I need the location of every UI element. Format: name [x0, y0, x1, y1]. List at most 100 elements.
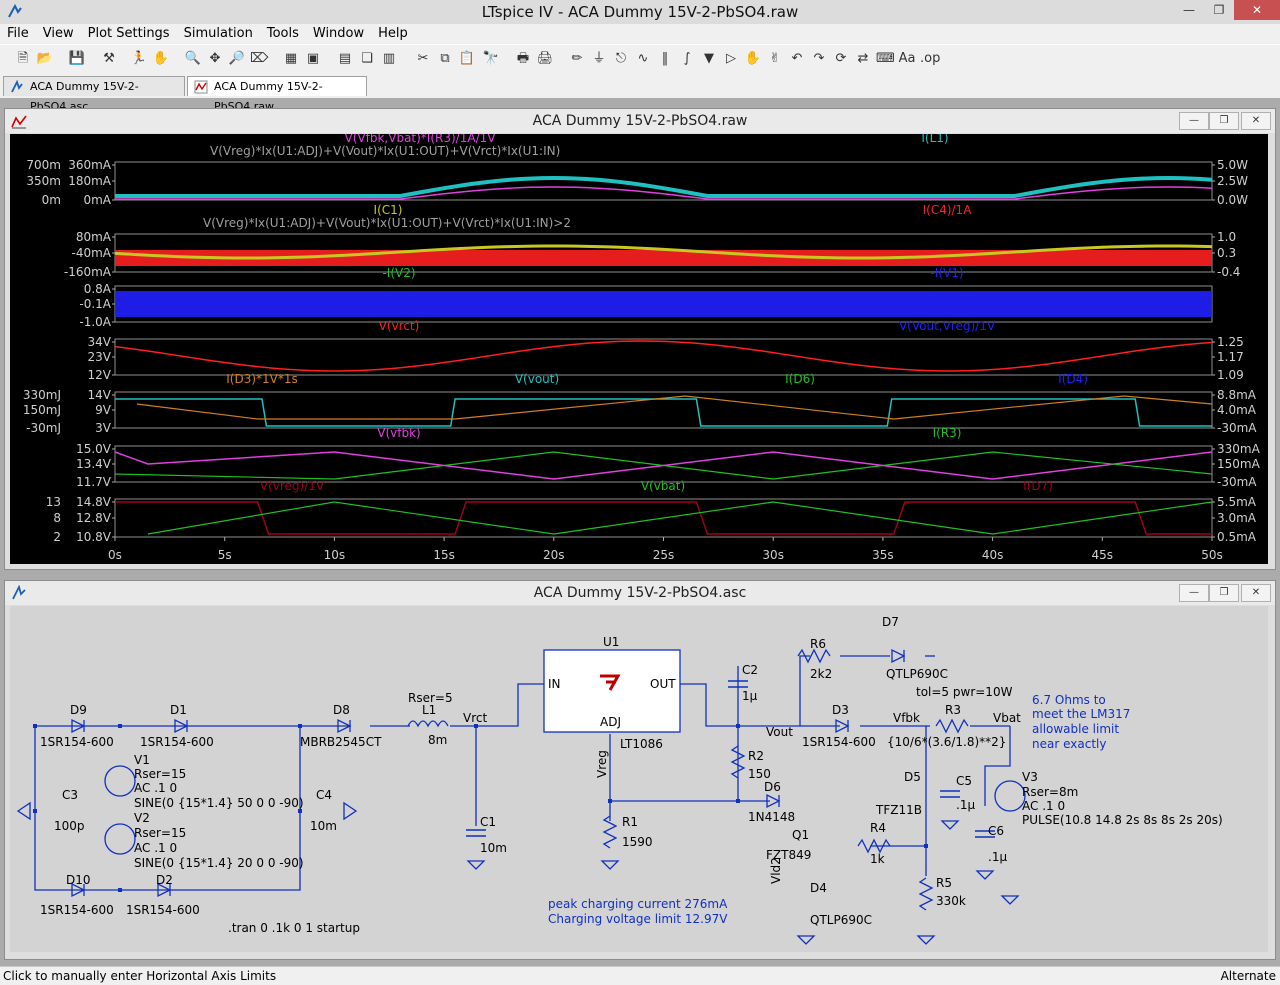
new-schematic-icon[interactable]: 🗎 [14, 50, 32, 68]
zoom-in-icon[interactable]: 🔍 [184, 50, 202, 68]
open-icon[interactable]: 📂 [36, 50, 54, 68]
waveform-window-caption: ACA Dummy 15V-2-PbSO4.raw — ❐ ✕ [5, 109, 1275, 133]
zoom-out-icon[interactable]: 🔎 [228, 50, 246, 68]
ground-icon[interactable]: ⏚ [590, 50, 608, 68]
schematic-text: D5 [904, 770, 921, 784]
schematic-text: D9 [70, 703, 87, 717]
schematic-text: 2k2 [810, 667, 832, 681]
x-tick-label: 35s [872, 548, 894, 562]
draw-wire-icon[interactable]: ✏ [568, 50, 586, 68]
schematic-text: R3 [945, 703, 961, 717]
schematic-text: tol=5 pwr=10W [916, 685, 1013, 699]
right-tick-label: 1.09 [1217, 368, 1244, 382]
find-icon[interactable]: 🔭 [482, 50, 500, 68]
schematic-text: D6 [764, 780, 781, 794]
undo-icon[interactable]: ↶ [788, 50, 806, 68]
trace-label: V(vrct) [379, 319, 420, 333]
menu-file[interactable]: File [0, 24, 36, 44]
cascade-icon[interactable]: ❏ [358, 50, 376, 68]
junction [924, 844, 928, 848]
component-icon[interactable]: ▷ [722, 50, 740, 68]
schematic-minimize-button[interactable]: — [1179, 584, 1209, 602]
move-icon[interactable]: ✋ [744, 50, 762, 68]
menu-simulation[interactable]: Simulation [177, 24, 260, 44]
trace-label: V(Vreg)*Ix(U1:ADJ)+V(Vout)*Ix(U1:OUT)+V(… [203, 216, 571, 230]
trace-label: I(R3) [933, 426, 962, 440]
trace-label: I(D3)*1V*1s [226, 372, 298, 386]
print-setup-icon[interactable]: 🖶 [514, 50, 532, 68]
schematic-text: 1k [870, 852, 885, 866]
schematic-text: Rser=15 [134, 826, 186, 840]
right-tick-label: 0.5mA [1217, 530, 1257, 544]
zoom-full-icon[interactable]: ⌦ [250, 50, 268, 68]
waveform-restore-button[interactable]: ❐ [1209, 112, 1239, 130]
v3-symbol [994, 780, 1026, 812]
diode-icon[interactable]: ▼ [700, 50, 718, 68]
print-icon[interactable]: 🖨 [536, 50, 554, 68]
text-icon[interactable]: Aa [898, 50, 916, 68]
schematic-text: 10m [480, 841, 507, 855]
control-panel-icon[interactable]: ⚒ [100, 50, 118, 68]
trace-label: -I(V2) [382, 266, 415, 280]
menu-help[interactable]: Help [371, 24, 415, 44]
schematic-canvas[interactable]: D9 1SR154-600 D1 1SR154-600 D8 MBRB2545CT Rser… [10, 606, 1268, 952]
schematic-window-caption: ACA Dummy 15V-2-PbSO4.asc — ❐ ✕ [5, 581, 1275, 605]
left-tick-label-2: 14.8V [76, 495, 112, 509]
copy-icon[interactable]: ⧉ [436, 50, 454, 68]
right-tick-label: 1.25 [1217, 335, 1244, 349]
paste-icon[interactable]: 📋 [458, 50, 476, 68]
label-net-icon[interactable]: ⎋ [612, 50, 630, 68]
inductor-icon[interactable]: ∫ [678, 50, 696, 68]
pan-icon[interactable]: ✥ [206, 50, 224, 68]
rotate-icon[interactable]: ⟳ [832, 50, 850, 68]
schematic-text: R6 [810, 637, 826, 651]
schematic-drawing[interactable]: D9 1SR154-600 D1 1SR154-600 D8 MBRB2545CT Rser… [10, 606, 1268, 952]
menu-plot-settings[interactable]: Plot Settings [81, 24, 177, 44]
menu-window[interactable]: Window [306, 24, 371, 44]
close-button[interactable]: ✕ [1234, 0, 1280, 20]
resistor-icon[interactable]: ∿ [634, 50, 652, 68]
waveform-plot[interactable]: 700m350m0m360mA180mA0mA5.0W2.5W0.0WV(Vfb… [10, 131, 1268, 564]
spice-directive-icon[interactable]: ⌨ [876, 50, 895, 68]
waveform-minimize-button[interactable]: — [1179, 112, 1209, 130]
capacitor-icon[interactable]: ‖ [656, 50, 674, 68]
mirror-icon[interactable]: ⇄ [854, 50, 872, 68]
spice-op-icon[interactable]: .op [920, 50, 940, 68]
tab-waveform[interactable]: ACA Dummy 15V-2-PbSO4.raw [187, 76, 367, 113]
port-left-icon [16, 801, 31, 821]
halt-icon[interactable]: ✋ [152, 50, 170, 68]
title-bar: LTspice IV - ACA Dummy 15V-2-PbSO4.raw —… [0, 0, 1280, 25]
drag-icon[interactable]: ✌ [766, 50, 784, 68]
schematic-text: L1 [422, 703, 436, 717]
redo-icon[interactable]: ↷ [810, 50, 828, 68]
left-tick-label-2: 3V [95, 421, 112, 435]
menu-bar: File View Plot Settings Simulation Tools… [0, 24, 1280, 44]
left-tick-label: 11.7V [76, 475, 112, 489]
tile-horizontal-icon[interactable]: ▤ [336, 50, 354, 68]
schematic-text: U1 [603, 635, 619, 649]
tab-schematic[interactable]: ACA Dummy 15V-2-PbSO4.asc [3, 76, 185, 113]
save-icon[interactable]: 💾 [68, 50, 86, 68]
schematic-text: D7 [882, 615, 899, 629]
run-icon[interactable]: 🏃 [130, 50, 148, 68]
schematic-close-button[interactable]: ✕ [1241, 584, 1271, 602]
schematic-text: V3 [1022, 770, 1038, 784]
autorange-icon[interactable]: ▦ [282, 50, 300, 68]
menu-view[interactable]: View [36, 24, 81, 44]
waveform-close-button[interactable]: ✕ [1241, 112, 1271, 130]
schematic-restore-button[interactable]: ❐ [1209, 584, 1239, 602]
menu-tools[interactable]: Tools [260, 24, 306, 44]
left-tick-label-2: 14V [88, 388, 112, 402]
restore-button[interactable]: ❐ [1204, 0, 1234, 20]
tile-vertical-icon[interactable]: ▥ [380, 50, 398, 68]
cut-icon[interactable]: ✂ [414, 50, 432, 68]
plot-area[interactable]: 700m 350m 0m 360mA 180mA 0mA 5.0W 2.5W 0.0W V(Vfb… [10, 131, 1268, 564]
window-title: LTspice IV - ACA Dummy 15V-2-PbSO4.raw [481, 3, 799, 21]
right-tick-label: 1.17 [1217, 350, 1244, 364]
schematic-text: V2 [134, 811, 150, 825]
ground-icon [796, 935, 816, 945]
schematic-text: C4 [316, 788, 332, 802]
minimize-button[interactable]: — [1174, 0, 1204, 20]
fit-icon[interactable]: ▣ [304, 50, 322, 68]
pane-frame [114, 338, 1213, 376]
